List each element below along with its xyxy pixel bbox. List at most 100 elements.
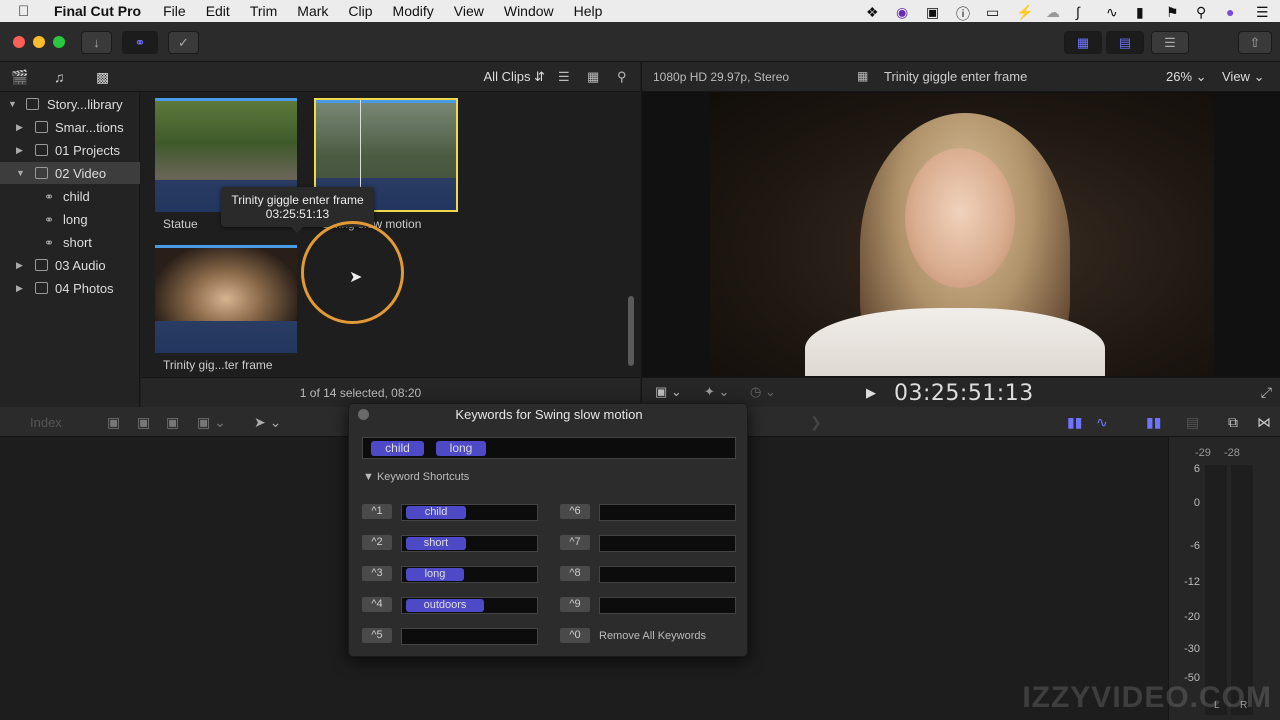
close-window-button[interactable] <box>13 36 25 48</box>
sidebar-item-04-photos[interactable]: ▶ 04 Photos <box>0 277 140 299</box>
shortcut-field-2[interactable]: short <box>401 535 538 552</box>
disclosure-closed-icon[interactable]: ▶ <box>16 145 23 156</box>
disclosure-closed-icon[interactable]: ▶ <box>16 260 23 271</box>
clip-filter-menu[interactable]: All Clips ⇵ <box>484 69 545 85</box>
sidebar-item-smart-collections[interactable]: ▶ Smar...tions <box>0 116 140 138</box>
shortcut-field-9[interactable] <box>599 597 736 614</box>
notification-center-icon[interactable]: ☰ <box>1256 4 1272 20</box>
viewer[interactable] <box>641 92 1280 377</box>
connect-clip-icon[interactable]: ▣ <box>107 414 120 431</box>
zoom-window-button[interactable] <box>53 36 65 48</box>
share-button[interactable]: ⇧ <box>1238 31 1272 54</box>
snapping-icon[interactable]: ▤ <box>1186 414 1199 431</box>
spotlight-icon[interactable]: ⚲ <box>1196 4 1212 20</box>
effects-menu[interactable]: ✦ ⌄ <box>704 384 729 400</box>
menu-edit[interactable]: Edit <box>206 3 230 19</box>
keyword-shortcuts-disclosure[interactable]: ▼ Keyword Shortcuts <box>363 471 469 483</box>
sidebar-item-keyword-long[interactable]: ⚭ long <box>0 208 140 230</box>
sidebar-item-library[interactable]: ▼ Story...library <box>0 93 140 115</box>
event-icon <box>35 282 48 294</box>
applied-keywords-field[interactable]: child long <box>362 437 736 459</box>
audio-meters: -29 -28 6 0 -6 -12 -20 -30 -50 L R <box>1168 437 1280 720</box>
clip-icon: ▦ <box>857 69 869 83</box>
siri-icon[interactable]: ● <box>1226 4 1242 20</box>
sidebar-item-keyword-short[interactable]: ⚭ short <box>0 231 140 253</box>
play-button[interactable]: ▶ <box>866 385 876 401</box>
minimize-window-button[interactable] <box>33 36 45 48</box>
sidebar-item-01-projects[interactable]: ▶ 01 Projects <box>0 139 140 161</box>
append-clip-icon[interactable]: ▣ <box>166 414 179 431</box>
menu-help[interactable]: Help <box>574 3 603 19</box>
disclosure-open-icon[interactable]: ▼ <box>8 99 17 109</box>
airplay-icon[interactable]: ▭ <box>986 4 1002 20</box>
disclosure-closed-icon[interactable]: ▶ <box>16 122 23 133</box>
browser-scrollbar[interactable] <box>628 296 634 366</box>
view-menu[interactable]: View ⌄ <box>1222 69 1264 85</box>
shortcut-field-1[interactable]: child <box>401 504 538 521</box>
shortcut-field-6[interactable] <box>599 504 736 521</box>
sidebar-item-03-audio[interactable]: ▶ 03 Audio <box>0 254 140 276</box>
info-icon[interactable]: ⓘ <box>956 4 972 22</box>
remove-all-keywords[interactable]: Remove All Keywords <box>599 630 706 642</box>
menu-view[interactable]: View <box>454 3 484 19</box>
menu-window[interactable]: Window <box>504 3 554 19</box>
flag-icon[interactable]: ⚑ <box>1166 4 1182 20</box>
menu-trim[interactable]: Trim <box>250 3 277 19</box>
battery-icon[interactable]: ▮ <box>1136 4 1152 20</box>
shortcut-field-5[interactable] <box>401 628 538 645</box>
shortcut-field-4[interactable]: outdoors <box>401 597 538 614</box>
titles-generators-icon[interactable]: ▩ <box>96 69 114 85</box>
menu-mark[interactable]: Mark <box>297 3 328 19</box>
solo-icon[interactable]: ▮▮ <box>1146 414 1161 431</box>
app-status-icon[interactable]: ◉ <box>896 4 912 20</box>
transform-menu[interactable]: ▣ ⌄ <box>655 384 682 400</box>
fullscreen-icon[interactable]: ⤢ <box>1261 384 1272 401</box>
meter-bar-right <box>1231 465 1253 715</box>
apple-icon[interactable]:  <box>18 3 36 20</box>
import-button[interactable]: ↓ <box>81 31 112 54</box>
filmstrip-view-icon[interactable]: ▦ <box>587 69 599 85</box>
audio-skimming-icon[interactable]: ∿ <box>1096 414 1108 431</box>
libraries-icon[interactable]: 🎬 <box>11 69 29 85</box>
menu-app-name[interactable]: Final Cut Pro <box>54 3 141 19</box>
overwrite-menu-icon[interactable]: ▣ ⌄ <box>197 414 226 431</box>
retime-menu[interactable]: ◷ ⌄ <box>750 384 776 400</box>
show-inspector-button[interactable]: ☰ <box>1151 31 1189 54</box>
forward-nav-icon[interactable]: ❯ <box>810 414 822 431</box>
hud-title: Keywords for Swing slow motion <box>455 407 643 422</box>
menu-modify[interactable]: Modify <box>393 3 434 19</box>
shortcut-field-8[interactable] <box>599 566 736 583</box>
screen-record-icon[interactable]: ▣ <box>926 4 942 20</box>
show-browser-button[interactable]: ▦ <box>1064 31 1102 54</box>
dropbox-icon[interactable]: ❖ <box>866 4 882 20</box>
select-tool-icon[interactable]: ➤ ⌄ <box>254 414 281 431</box>
effects-browser-icon[interactable]: ⋈ <box>1257 414 1271 431</box>
applied-keyword-token[interactable]: child <box>371 441 424 456</box>
index-button[interactable]: Index <box>30 415 62 430</box>
shortcut-field-3[interactable]: long <box>401 566 538 583</box>
sidebar-item-keyword-child[interactable]: ⚭ child <box>0 185 140 207</box>
insert-clip-icon[interactable]: ▣ <box>137 414 150 431</box>
disclosure-closed-icon[interactable]: ▶ <box>16 283 23 294</box>
menu-file[interactable]: File <box>163 3 186 19</box>
power-icon[interactable]: ⚡ <box>1016 4 1033 20</box>
photos-audio-icon[interactable]: ♫ <box>54 69 72 85</box>
zoom-menu[interactable]: 26% ⌄ <box>1166 69 1207 85</box>
clip-appearance-icon[interactable]: ⧉ <box>1228 414 1238 431</box>
background-tasks-button[interactable]: ✓ <box>168 31 199 54</box>
shortcut-field-7[interactable] <box>599 535 736 552</box>
cloud-icon[interactable]: ☁ <box>1046 4 1062 20</box>
wifi-icon[interactable]: ∿ <box>1106 4 1122 20</box>
menu-clip[interactable]: Clip <box>348 3 372 19</box>
search-icon[interactable]: ⚲ <box>617 69 627 85</box>
keyword-editor-button[interactable]: ⚭ <box>122 31 158 54</box>
clip-thumbnail-trinity[interactable] <box>155 245 297 353</box>
applied-keyword-token[interactable]: long <box>436 441 486 456</box>
bluetooth-icon[interactable]: ∫ <box>1076 4 1092 20</box>
list-view-icon[interactable]: ☰ <box>558 69 570 85</box>
sidebar-item-02-video[interactable]: ▼ 02 Video <box>0 162 140 184</box>
show-timeline-button[interactable]: ▤ <box>1106 31 1144 54</box>
disclosure-open-icon[interactable]: ▼ <box>16 168 25 178</box>
folder-icon <box>35 121 48 133</box>
skimming-icon[interactable]: ▮▮ <box>1067 414 1082 431</box>
